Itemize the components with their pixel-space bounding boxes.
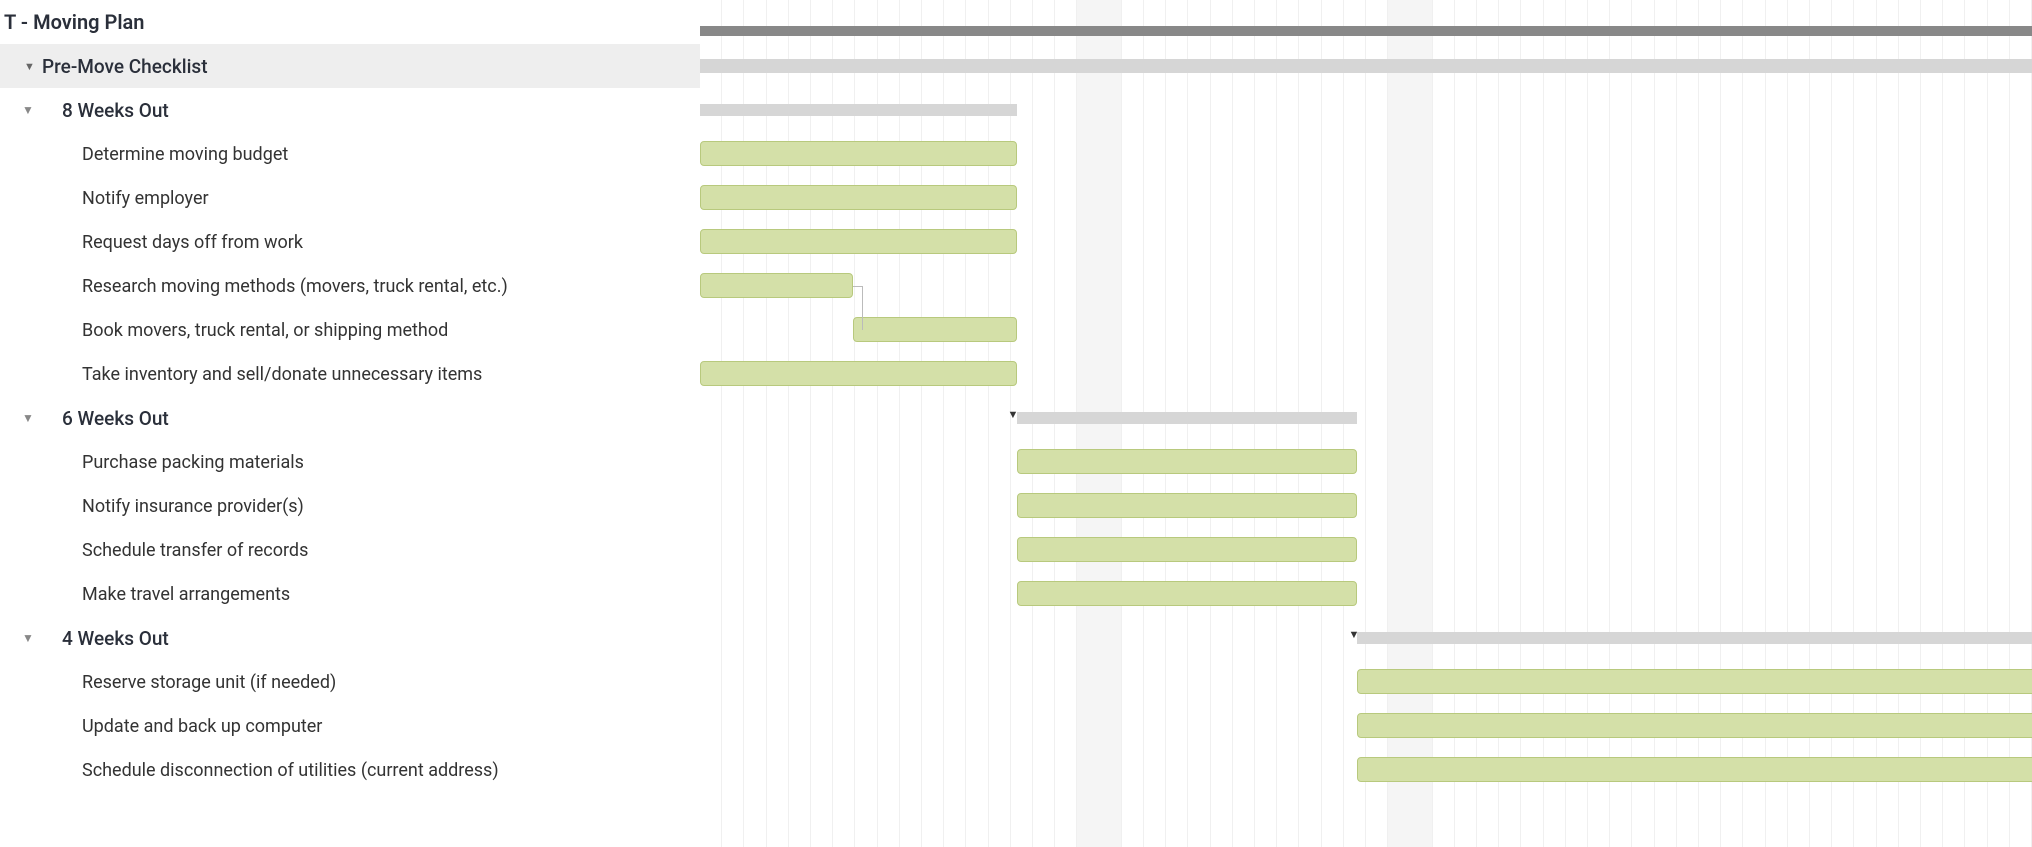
dependency-link xyxy=(853,286,863,330)
task-row[interactable]: Reserve storage unit (if needed) xyxy=(0,660,700,704)
task-row[interactable]: Notify employer xyxy=(0,176,700,220)
gantt-task-bar[interactable] xyxy=(1357,713,2032,738)
gantt-task-bar[interactable] xyxy=(853,317,1016,342)
gantt-summary-bar xyxy=(700,59,2032,73)
task-row[interactable]: Notify insurance provider(s) xyxy=(0,484,700,528)
gantt-task-bar[interactable] xyxy=(1017,581,1358,606)
gantt-group-bar[interactable] xyxy=(1017,412,1358,424)
group-row-4-weeks[interactable]: ▼ 4 Weeks Out xyxy=(0,616,700,660)
gantt-task-bar[interactable] xyxy=(1017,493,1358,518)
task-label: Notify employer xyxy=(82,188,209,209)
task-label: Schedule transfer of records xyxy=(82,540,308,561)
task-row[interactable]: Make travel arrangements xyxy=(0,572,700,616)
task-label: Update and back up computer xyxy=(82,716,322,737)
task-label: Take inventory and sell/donate unnecessa… xyxy=(82,364,482,385)
task-row[interactable]: Take inventory and sell/donate unnecessa… xyxy=(0,352,700,396)
gantt-task-bar[interactable] xyxy=(700,273,853,298)
gantt-task-bar[interactable] xyxy=(700,361,1017,386)
gantt-group-bar[interactable] xyxy=(700,104,1017,116)
task-label: Determine moving budget xyxy=(82,144,288,165)
gantt-task-bar[interactable] xyxy=(700,229,1017,254)
task-row[interactable]: Schedule disconnection of utilities (cur… xyxy=(0,748,700,792)
gantt-task-bar[interactable] xyxy=(700,141,1017,166)
task-label: Make travel arrangements xyxy=(82,584,290,605)
chevron-down-icon[interactable]: ▼ xyxy=(22,631,34,645)
group-label: 8 Weeks Out xyxy=(62,99,169,122)
gantt-task-bar[interactable] xyxy=(1357,757,2032,782)
task-row[interactable]: Book movers, truck rental, or shipping m… xyxy=(0,308,700,352)
task-label: Purchase packing materials xyxy=(82,452,304,473)
group-label: 6 Weeks Out xyxy=(62,407,169,430)
group-label: 4 Weeks Out xyxy=(62,627,169,650)
gantt-bars-layer: ▼▼▼ xyxy=(700,0,2032,847)
task-list-panel: T - Moving Plan ▼ Pre-Move Checklist ▼ 8… xyxy=(0,0,700,847)
gantt-group-bar[interactable] xyxy=(1357,632,2032,644)
task-row[interactable]: Purchase packing materials xyxy=(0,440,700,484)
project-title-row[interactable]: T - Moving Plan xyxy=(0,0,700,44)
gantt-task-bar[interactable] xyxy=(700,185,1017,210)
task-row[interactable]: Request days off from work xyxy=(0,220,700,264)
task-row[interactable]: Schedule transfer of records xyxy=(0,528,700,572)
chevron-down-icon[interactable]: ▼ xyxy=(22,411,34,425)
group-row-6-weeks[interactable]: ▼ 6 Weeks Out xyxy=(0,396,700,440)
section-label: Pre-Move Checklist xyxy=(42,55,208,78)
group-row-8-weeks[interactable]: ▼ 8 Weeks Out xyxy=(0,88,700,132)
section-row[interactable]: ▼ Pre-Move Checklist xyxy=(0,44,700,88)
task-label: Research moving methods (movers, truck r… xyxy=(82,276,508,297)
task-label: Notify insurance provider(s) xyxy=(82,496,304,517)
task-label: Reserve storage unit (if needed) xyxy=(82,672,336,693)
chevron-down-icon[interactable]: ▼ xyxy=(22,103,34,117)
task-label: Book movers, truck rental, or shipping m… xyxy=(82,320,448,341)
task-row[interactable]: Update and back up computer xyxy=(0,704,700,748)
gantt-task-bar[interactable] xyxy=(1017,449,1358,474)
task-row[interactable]: Research moving methods (movers, truck r… xyxy=(0,264,700,308)
task-row[interactable]: Determine moving budget xyxy=(0,132,700,176)
gantt-task-bar[interactable] xyxy=(1357,669,2032,694)
gantt-summary-bar xyxy=(700,26,2032,36)
project-title: T - Moving Plan xyxy=(4,10,144,34)
gantt-task-bar[interactable] xyxy=(1017,537,1358,562)
task-label: Schedule disconnection of utilities (cur… xyxy=(82,760,499,781)
gantt-timeline-panel[interactable]: ▼▼▼ xyxy=(700,0,2032,847)
chevron-down-icon[interactable]: ▼ xyxy=(24,60,40,73)
task-label: Request days off from work xyxy=(82,232,303,253)
